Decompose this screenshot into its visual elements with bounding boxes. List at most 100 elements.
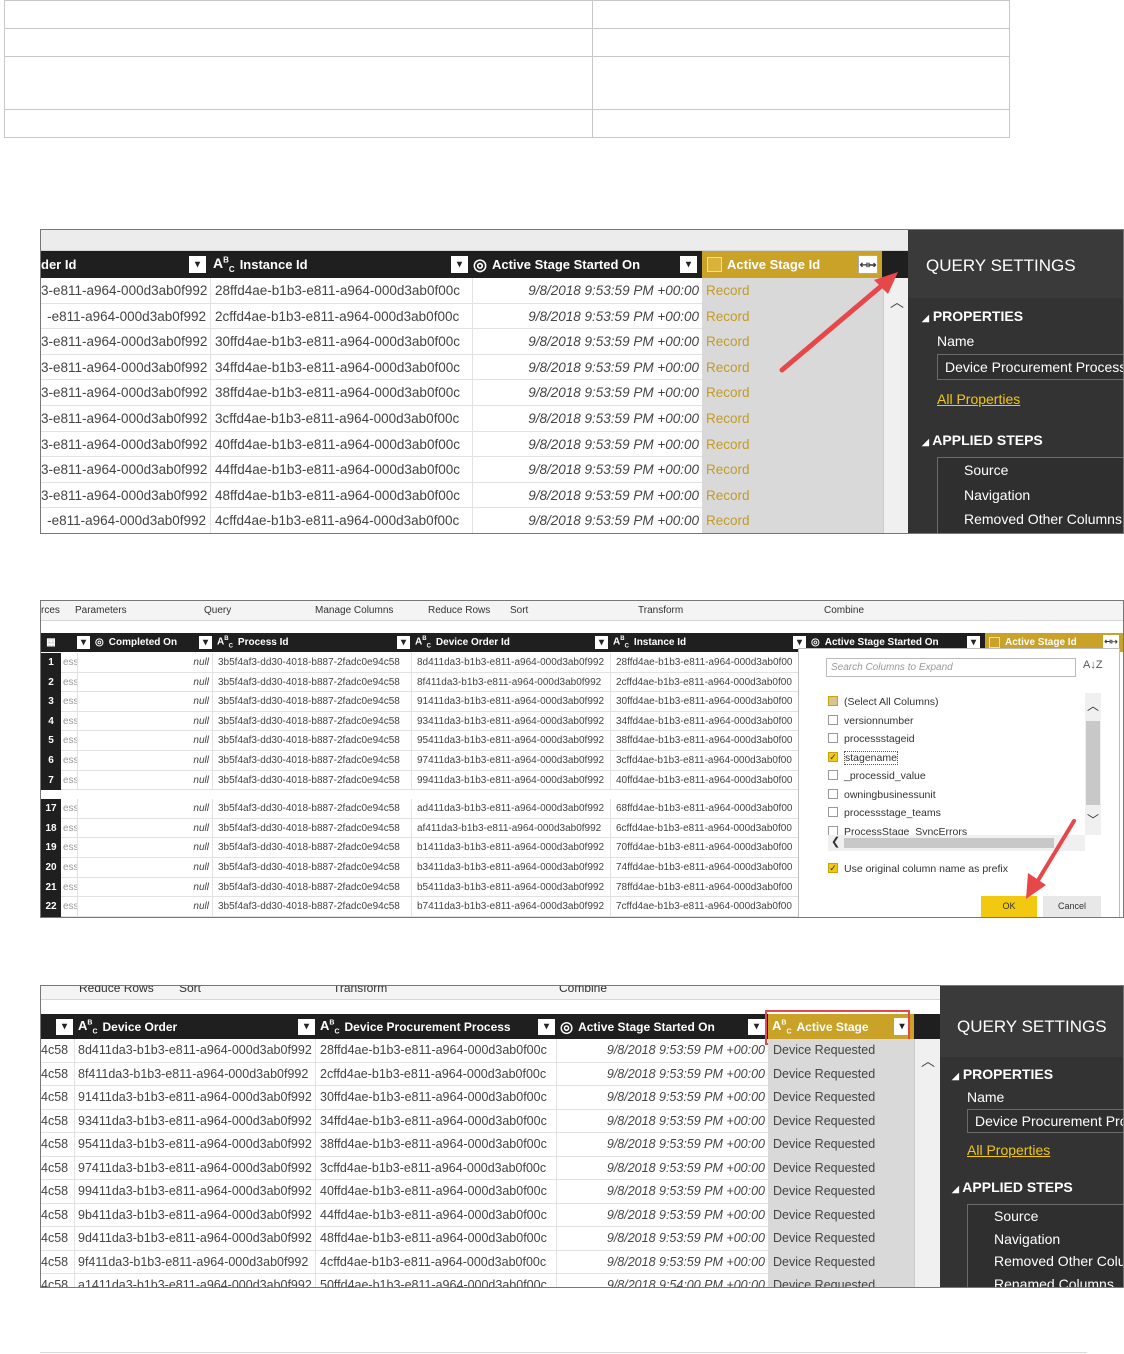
applied-steps-section[interactable]: ◢ APPLIED STEPS xyxy=(922,432,1043,448)
table-row: 1 ess null 3b5f4af3-dd30-4018-b887-2fadc0e9… xyxy=(41,653,798,673)
table-row: 4c58 95411da3-b1b3-e811-a964-000d3ab0f992… xyxy=(41,1133,914,1157)
record-link[interactable]: Record xyxy=(702,329,883,355)
device-order-cell: 8d411da3-b1b3-e811-a964-000d3ab0f992 xyxy=(76,1039,316,1063)
text-type-icon: ABC xyxy=(415,635,431,650)
expand-icon[interactable]: ↤↦ xyxy=(1103,635,1119,649)
vertical-scrollbar[interactable]: ︿ xyxy=(914,1039,940,1287)
chevron-down-icon[interactable]: ▾ xyxy=(451,256,468,273)
chevron-down-icon[interactable]: ▾ xyxy=(397,636,410,649)
column-option[interactable]: (Select All Columns) xyxy=(828,693,1083,712)
process-id-fragment: 4c58 xyxy=(41,1180,75,1204)
chevron-down-icon[interactable]: ▾ xyxy=(298,1018,315,1035)
ok-button[interactable]: OK xyxy=(981,896,1037,917)
checkbox-icon[interactable] xyxy=(828,714,838,725)
chevron-down-icon[interactable]: ▾ xyxy=(199,636,212,649)
popup-scrollbar[interactable]: ︿ ﹀ xyxy=(1085,693,1101,835)
column-option[interactable]: ✓ stagename xyxy=(828,749,1083,768)
header-device-procurement-process[interactable]: ▾ ABC Device Procurement Process xyxy=(298,1014,511,1039)
step-item[interactable]: Source xyxy=(968,1205,1123,1228)
chevron-up-icon[interactable]: ︿ xyxy=(921,1051,935,1071)
header-active-stage[interactable]: ABC Active Stage ▾ xyxy=(768,1014,914,1039)
header-device-order-id[interactable]: ▾ ABC Device Order Id xyxy=(397,633,510,652)
table-row: 5 ess null 3b5f4af3-dd30-4018-b887-2fadc0e9… xyxy=(41,731,798,751)
column-option[interactable]: ProcessStage_SyncErrors xyxy=(828,823,1083,835)
header-device-order[interactable]: ▾ ABC Device Order xyxy=(56,1014,177,1039)
column-option[interactable]: processstage_teams xyxy=(828,804,1083,823)
chevron-down-icon[interactable]: ▾ xyxy=(77,636,90,649)
all-properties-link[interactable]: All Properties xyxy=(937,391,1020,407)
started-on-cell: 9/8/2018 9:53:59 PM +00:00 xyxy=(528,436,699,452)
table-menu-icon[interactable]: ▦ xyxy=(41,633,61,652)
record-link[interactable]: Record xyxy=(702,303,883,330)
checkbox-icon[interactable] xyxy=(828,770,838,781)
step-item[interactable]: Source xyxy=(938,458,1123,483)
all-properties-link[interactable]: All Properties xyxy=(967,1142,1050,1158)
option-label: (Select All Columns) xyxy=(844,696,939,708)
expand-icon[interactable]: ↤↦ xyxy=(858,255,878,274)
instance-id-cell: 48ffd4ae-b1b3-e811-a964-000d3ab0f00c xyxy=(212,482,473,509)
column-option[interactable]: _processid_value xyxy=(828,767,1083,786)
header-device-order-id[interactable]: der Id ▾ xyxy=(41,251,211,278)
record-link[interactable]: Record xyxy=(702,354,883,381)
process-id-cell: 3b5f4af3-dd30-4018-b887-2fadc0e94c58 xyxy=(216,731,412,751)
started-on-cell: 9/8/2018 9:53:59 PM +00:00 xyxy=(606,1207,765,1222)
instance-id-cell: 7cffd4ae-b1b3-e811-a964-000d3ab0f00 xyxy=(616,901,792,913)
checkbox-icon[interactable] xyxy=(828,807,838,818)
table-row: 20 ess null 3b5f4af3-dd30-4018-b887-2fadc0e… xyxy=(41,858,798,878)
step-item[interactable]: Renamed Columns xyxy=(968,1273,1123,1288)
properties-section[interactable]: ◢ PROPERTIES xyxy=(922,308,1023,324)
chevron-down-icon[interactable]: ▾ xyxy=(748,1014,765,1039)
record-link[interactable]: Record xyxy=(702,380,883,406)
checkbox-icon[interactable] xyxy=(828,733,838,744)
checkbox-icon[interactable] xyxy=(828,696,838,707)
table-cell xyxy=(592,28,1010,57)
checkbox-icon[interactable] xyxy=(828,788,838,799)
header-instance-id[interactable]: ▾ ABC Instance Id xyxy=(595,633,686,652)
ribbon-label: Manage Columns xyxy=(315,605,394,616)
search-columns-input[interactable]: Search Columns to Expand xyxy=(826,658,1076,677)
procurement-process-cell: 30ffd4ae-b1b3-e811-a964-000d3ab0f00c xyxy=(317,1086,557,1110)
procurement-process-cell: 38ffd4ae-b1b3-e811-a964-000d3ab0f00c xyxy=(317,1133,557,1157)
record-link[interactable]: Record xyxy=(702,278,883,304)
query-name-field[interactable]: Device Procurement Processe xyxy=(937,354,1123,380)
column-option[interactable]: processstageid xyxy=(828,730,1083,749)
table-row: -e811-a964-000d3ab0f992 4cffd4ae-b1b3-e81… xyxy=(41,508,883,533)
applied-steps-section[interactable]: ◢ APPLIED STEPS xyxy=(952,1179,1073,1195)
query-name-field[interactable]: Device Procurement Proce xyxy=(967,1109,1123,1133)
chevron-down-icon[interactable]: ▾ xyxy=(595,636,608,649)
chevron-down-icon[interactable]: ▾ xyxy=(894,1018,910,1035)
header-completed-on[interactable]: ▾ ◎ Completed On xyxy=(77,633,177,652)
header-process-id[interactable]: ▾ ABC Process Id xyxy=(199,633,289,652)
chevron-down-icon[interactable]: ▾ xyxy=(538,1018,555,1035)
step-item[interactable]: Navigation xyxy=(968,1228,1123,1251)
cancel-button[interactable]: Cancel xyxy=(1043,896,1101,917)
record-link[interactable]: Record xyxy=(702,406,883,432)
record-link[interactable]: Record xyxy=(702,482,883,509)
properties-section[interactable]: ◢ PROPERTIES xyxy=(952,1066,1053,1082)
column-option[interactable]: versionnumber xyxy=(828,712,1083,731)
popup-horizontal-scrollbar[interactable]: ❮ xyxy=(828,835,1085,851)
sort-az-icon[interactable]: A↓Z xyxy=(1083,659,1103,671)
checkbox-checked-icon[interactable]: ✓ xyxy=(828,751,838,762)
header-active-stage-started-on[interactable]: ▾ ◎ Active Stage Started On xyxy=(538,1014,715,1039)
header-active-stage-id[interactable]: Active Stage Id ↤↦ xyxy=(702,251,882,278)
checkbox-icon[interactable] xyxy=(828,825,838,835)
record-link[interactable]: Record xyxy=(702,508,883,533)
chevron-down-icon[interactable]: ▾ xyxy=(56,1018,73,1035)
header-instance-id[interactable]: ABC Instance Id ▾ xyxy=(213,251,469,278)
chevron-down-icon[interactable]: ▾ xyxy=(189,256,206,273)
step-item[interactable]: Removed Other Colun xyxy=(968,1250,1123,1273)
chevron-up-icon[interactable]: ︿ xyxy=(890,292,904,312)
step-item[interactable]: Removed Other Columns xyxy=(938,507,1123,532)
use-prefix-checkbox[interactable]: ✓ Use original column name as prefix xyxy=(828,863,1008,875)
record-link[interactable]: Record xyxy=(702,431,883,458)
vertical-scrollbar[interactable]: ︿ xyxy=(883,278,908,533)
table-row: 3-e811-a964-000d3ab0f992 28ffd4ae-b1b3-e8… xyxy=(41,278,883,304)
record-link[interactable]: Record xyxy=(702,457,883,483)
header-active-stage-started-on[interactable]: ◎ Active Stage Started On ▾ xyxy=(473,251,701,278)
chevron-down-icon[interactable]: ▾ xyxy=(680,256,697,273)
checkbox-checked-icon[interactable]: ✓ xyxy=(828,863,838,874)
step-item[interactable]: Navigation xyxy=(938,483,1123,508)
device-order-cell: 9d411da3-b1b3-e811-a964-000d3ab0f992 xyxy=(76,1227,316,1251)
column-option[interactable]: owningbusinessunit xyxy=(828,786,1083,805)
